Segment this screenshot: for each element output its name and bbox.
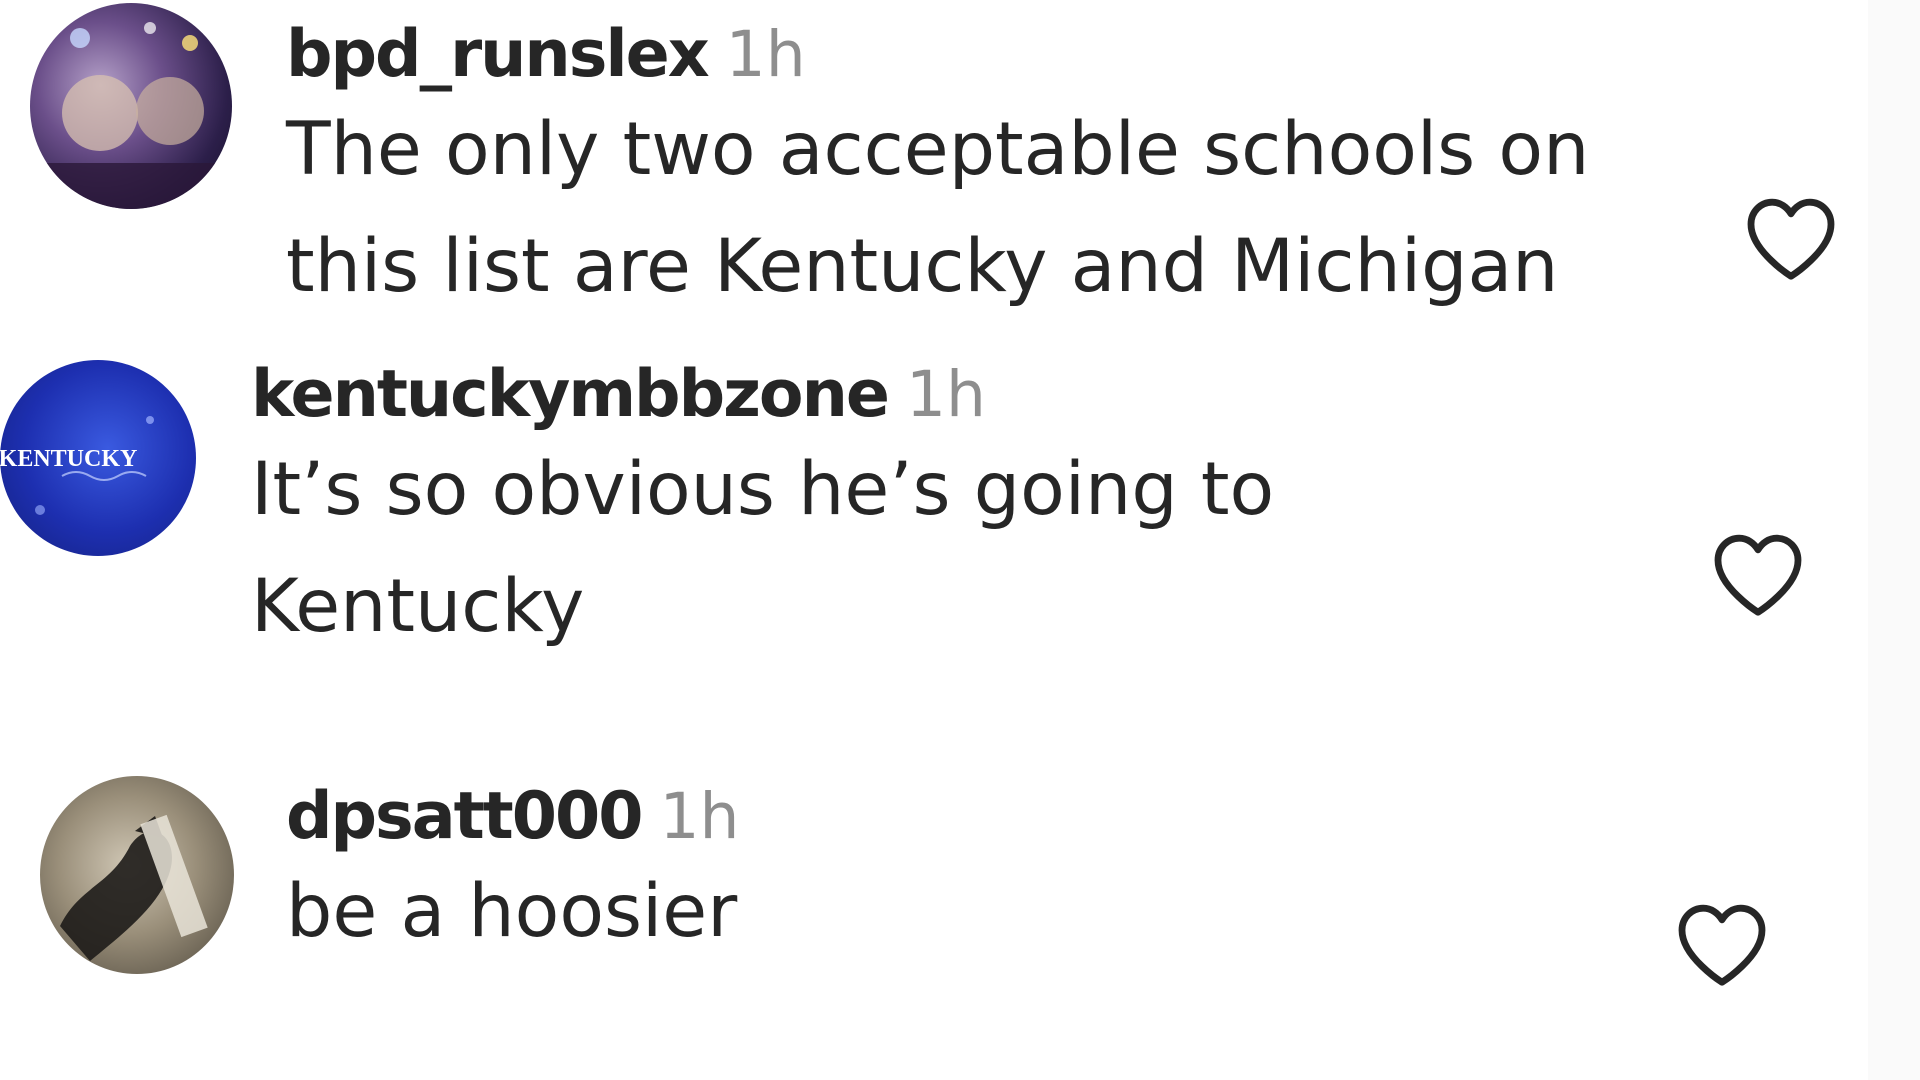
heart-icon[interactable]	[1710, 530, 1806, 620]
kentucky-logo-text: KENTUCKY	[0, 446, 137, 472]
comment-text-line: The only two acceptable schools on	[286, 107, 1590, 192]
comment-timestamp[interactable]: 1h	[906, 358, 986, 431]
kentucky-logo: KENTUCKY	[0, 416, 154, 515]
comment-username[interactable]: kentuckymbbzone	[251, 357, 890, 432]
avatar[interactable]	[30, 3, 232, 209]
profile-photo-image	[30, 22, 232, 209]
comment-timestamp[interactable]: 1h	[659, 780, 739, 853]
comment-username[interactable]: bpd_runslex	[286, 17, 710, 92]
heart-icon[interactable]	[1743, 194, 1839, 284]
comment-text-line: It’s so obvious he’s going to	[251, 447, 1275, 532]
comment-username[interactable]: dpsatt000	[286, 779, 643, 854]
heart-icon-glyph	[1747, 198, 1835, 280]
comment-text-line: this list are Kentucky and Michigan	[286, 224, 1559, 309]
profile-photo-image	[60, 814, 208, 961]
avatar[interactable]: KENTUCKY	[0, 360, 196, 556]
comment-timestamp[interactable]: 1h	[726, 18, 806, 91]
heart-icon-glyph	[1714, 534, 1802, 616]
comment-text-line: Kentucky	[251, 564, 585, 649]
avatar[interactable]	[40, 776, 234, 974]
heart-icon[interactable]	[1674, 900, 1770, 990]
comment-item: bpd_runslex 1h The only two acceptable sc…	[0, 0, 1920, 340]
comment-text-line: be a hoosier	[286, 869, 738, 954]
heart-icon-glyph	[1678, 904, 1766, 986]
comment-item: KENTUCKY kentuckymbbzone 1h It’s so obvio…	[0, 340, 1920, 700]
comment-item: dpsatt000 1h be a hoosier	[0, 760, 1920, 1060]
